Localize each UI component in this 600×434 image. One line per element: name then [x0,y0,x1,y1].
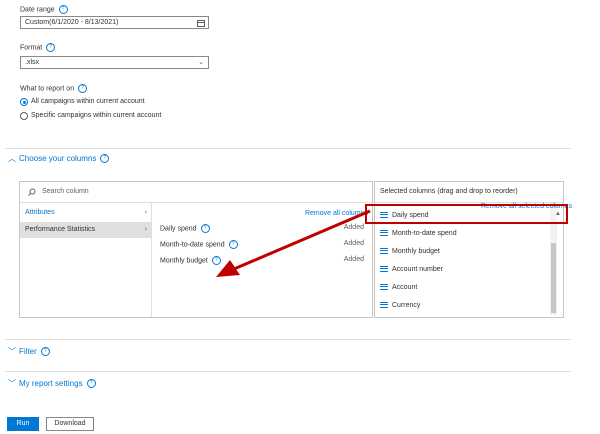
format-select[interactable]: .xlsx ⌄ [20,56,209,69]
report-on-label: What to report on? [20,84,88,93]
filter-section-title[interactable]: Filter? [19,347,50,357]
chevron-right-icon: › [144,209,147,216]
format-label: Format? [20,43,56,52]
selected-item-currency[interactable]: Currency [380,301,420,311]
selected-item-monthly-budget[interactable]: Monthly budget [380,247,440,257]
help-icon[interactable]: ? [100,154,110,164]
drag-handle-icon[interactable] [380,230,388,237]
run-button[interactable]: Run [7,417,39,431]
calendar-icon[interactable] [197,19,205,27]
highlight-box [365,204,568,224]
help-icon[interactable]: ? [40,347,50,357]
date-range-value: Custom(6/1/2020 - 8/13/2021) [25,19,119,26]
chevron-down-icon[interactable]: ﹀ [8,346,16,357]
divider [5,148,571,149]
search-icon [28,188,36,196]
selected-item-account[interactable]: Account [380,283,417,293]
radio-all-campaigns-label[interactable]: All campaigns within current account [31,98,145,105]
category-attributes[interactable]: Attributes › [20,206,151,220]
search-input[interactable]: Search column [42,188,89,195]
radio-all-campaigns[interactable] [20,98,28,106]
format-value: .xlsx [25,59,39,66]
divider [5,339,571,340]
annotation-arrow-icon [216,209,371,277]
radio-specific-campaigns-label[interactable]: Specific campaigns within current accoun… [31,112,161,119]
selected-header: Selected columns (drag and drop to reord… [375,182,563,203]
drag-handle-icon[interactable] [380,284,388,291]
category-list: Attributes › Performance Statistics › [20,203,152,317]
search-bar[interactable]: Search column [20,182,372,203]
selected-item-month-to-date-spend[interactable]: Month-to-date spend [380,229,457,239]
columns-section-title[interactable]: Choose your columns? [19,154,110,164]
drag-handle-icon[interactable] [380,266,388,273]
help-icon[interactable]: ? [86,379,96,389]
selected-item-account-number[interactable]: Account number [380,265,443,275]
help-icon[interactable]: ? [78,84,88,93]
date-range-field[interactable]: Custom(6/1/2020 - 8/13/2021) [20,16,209,29]
download-button[interactable]: Download [46,417,94,431]
settings-section-title[interactable]: My report settings? [19,379,96,389]
help-icon[interactable]: ? [58,5,68,14]
divider [5,371,571,372]
help-icon[interactable]: ? [46,43,56,52]
scrollbar-thumb[interactable] [551,243,556,313]
drag-handle-icon[interactable] [380,302,388,309]
radio-specific-campaigns[interactable] [20,112,28,120]
chevron-down-icon: ⌄ [198,59,204,66]
chevron-right-icon: › [144,226,147,233]
date-range-label: Date range? [20,5,68,14]
drag-handle-icon[interactable] [380,248,388,255]
category-performance-statistics[interactable]: Performance Statistics › [20,222,151,238]
chevron-up-icon[interactable]: ︿ [8,153,16,164]
chevron-down-icon[interactable]: ﹀ [8,378,16,389]
